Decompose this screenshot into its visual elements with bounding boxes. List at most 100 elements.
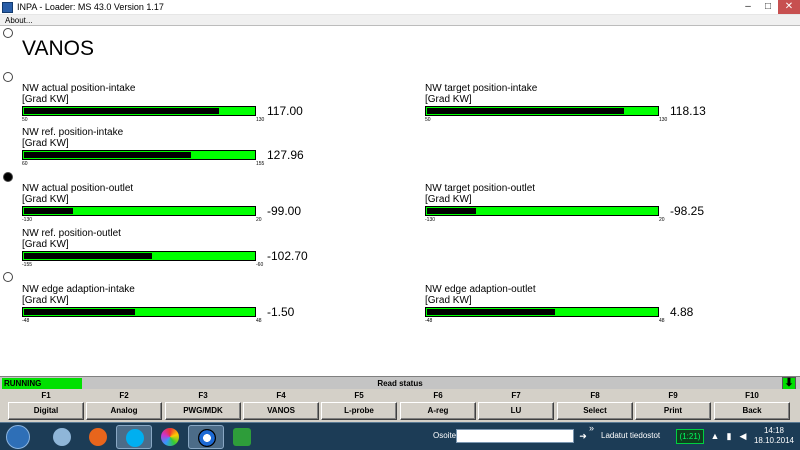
inpa-window: INPA - Loader: MS 43.0 Version 1.17 – □ … [0, 0, 800, 450]
fkey-button-vanos[interactable]: VANOS [243, 402, 319, 420]
app-globe-icon [53, 428, 71, 446]
gauge-label: NW actual position-intake [22, 83, 136, 94]
gauge-unit: [Grad KW] [22, 239, 69, 250]
gauge-max: 48 [256, 318, 262, 324]
gauge-label: NW actual position-outlet [22, 183, 134, 194]
radio-button-3[interactable] [3, 172, 13, 182]
title-bar: INPA - Loader: MS 43.0 Version 1.17 – □ … [0, 0, 800, 15]
radio-button-2[interactable] [3, 72, 13, 82]
gauge-fill [24, 309, 136, 315]
gauge-label: NW ref. position-outlet [22, 228, 121, 239]
gauge-max: 48 [659, 318, 665, 324]
gauge-min: 50 [425, 117, 431, 123]
tray-expand-icon[interactable]: ▲ [710, 431, 720, 441]
fkey-label-f3: F3 [198, 391, 208, 400]
skype-icon [126, 429, 144, 447]
fkey-button-select[interactable]: Select [557, 402, 633, 420]
gauge-bar [22, 307, 256, 317]
gauge-max: 20 [659, 217, 665, 223]
taskbar-firefox[interactable] [80, 425, 116, 449]
address-label: Osoite [433, 431, 457, 440]
fkey-button-pwg-mdk[interactable]: PWG/MDK [165, 402, 241, 420]
taskbar-picasa[interactable] [152, 425, 188, 449]
minimize-button[interactable]: – [738, 0, 758, 14]
maximize-button[interactable]: □ [758, 0, 778, 14]
downloads-toolbar[interactable]: Ladatut tiedostot [601, 431, 660, 441]
taskbar-app-6[interactable] [224, 425, 260, 449]
windows-taskbar: Osoite ➜ » Ladatut tiedostot (1:21) ▲ ▮ … [0, 422, 800, 450]
toolbar-chevron-icon[interactable]: » [589, 423, 594, 433]
taskbar-inpa[interactable] [188, 425, 224, 449]
network-icon[interactable]: ▮ [724, 431, 734, 441]
status-message: Read status [377, 379, 423, 388]
radio-button-1[interactable] [3, 28, 13, 38]
gauge-ref-position-outlet: NW ref. position-outlet [Grad KW] -155 -… [22, 228, 342, 278]
gauge-min: 50 [22, 117, 28, 123]
gauge-fill [427, 108, 625, 114]
function-key-bar: F1 Digital F2 Analog F3 PWG/MDK F4 VANOS… [0, 389, 800, 422]
gauge-max: 130 [256, 117, 265, 123]
gauge-actual-position-outlet: NW actual position-outlet [Grad KW] -130… [22, 183, 342, 233]
gauge-fill [24, 208, 73, 214]
taskbar-app-1[interactable] [44, 425, 80, 449]
gauge-fill [24, 152, 192, 158]
fkey-label-f7: F7 [511, 391, 521, 400]
gauge-min: 60 [22, 161, 28, 167]
gauge-min: -48 [425, 318, 433, 324]
gauge-label: NW target position-outlet [425, 183, 536, 194]
fkey-button-back[interactable]: Back [714, 402, 790, 420]
inpa-app-icon [2, 2, 13, 13]
gauge-fill [427, 309, 555, 315]
gauge-bar [425, 106, 659, 116]
radio-button-4[interactable] [3, 272, 13, 282]
gauge-target-position-intake: NW target position-intake [Grad KW] 50 1… [425, 83, 745, 133]
close-button[interactable]: ✕ [778, 0, 800, 14]
gauge-edge-adaption-intake: NW edge adaption-intake [Grad KW] -48 48… [22, 284, 342, 334]
main-content: VANOS NW actual position-intake [Grad KW… [0, 26, 800, 376]
gauge-bar [425, 206, 659, 216]
fkey-label-f5: F5 [354, 391, 364, 400]
fkey-label-f4: F4 [276, 391, 286, 400]
gauge-fill [427, 208, 476, 214]
gauge-label: NW edge adaption-intake [22, 284, 135, 295]
gauge-unit: [Grad KW] [22, 295, 69, 306]
gauge-ref-position-intake: NW ref. position-intake [Grad KW] 60 155… [22, 127, 342, 177]
gauge-label: NW target position-intake [425, 83, 538, 94]
gauge-max: 20 [256, 217, 262, 223]
gauge-edge-adaption-outlet: NW edge adaption-outlet [Grad KW] -48 48… [425, 284, 745, 334]
fkey-button-analog[interactable]: Analog [86, 402, 162, 420]
gauge-bar [22, 251, 256, 261]
fkey-label-f8: F8 [590, 391, 600, 400]
window-title: INPA - Loader: MS 43.0 Version 1.17 [17, 2, 164, 12]
gauge-target-position-outlet: NW target position-outlet [Grad KW] -130… [425, 183, 745, 233]
clock-date[interactable]: 18.10.2014 [752, 436, 796, 446]
menu-about[interactable]: About... [5, 15, 33, 26]
fkey-button-a-reg[interactable]: A-reg [400, 402, 476, 420]
gauge-label: NW edge adaption-outlet [425, 284, 536, 295]
clock-time[interactable]: 14:18 [752, 426, 796, 436]
go-arrow-icon[interactable]: ➜ [577, 430, 589, 442]
fkey-button-l-probe[interactable]: L-probe [321, 402, 397, 420]
gauge-value: 118.13 [670, 104, 706, 118]
address-input[interactable] [456, 429, 574, 443]
gauge-bar [425, 307, 659, 317]
status-running-indicator: RUNNING [2, 378, 82, 389]
volume-icon[interactable]: ◀ [738, 431, 748, 441]
gauge-min: -155 [22, 262, 33, 268]
taskbar-skype[interactable] [116, 425, 152, 449]
fkey-label-f1: F1 [41, 391, 51, 400]
gauge-fill [24, 108, 219, 114]
gauge-value: 4.88 [670, 305, 694, 319]
gauge-value: -1.50 [267, 305, 295, 319]
gauge-unit: [Grad KW] [22, 138, 69, 149]
battery-indicator[interactable]: (1:21) [676, 429, 704, 444]
gauge-value: -102.70 [267, 249, 308, 263]
fkey-button-lu[interactable]: LU [478, 402, 554, 420]
fkey-button-print[interactable]: Print [635, 402, 711, 420]
gauge-max: 155 [256, 161, 265, 167]
gauge-value: 117.00 [267, 104, 303, 118]
picasa-icon [161, 428, 179, 446]
status-bar: RUNNING Read status ⬇ [0, 376, 800, 390]
fkey-button-digital[interactable]: Digital [8, 402, 84, 420]
start-button[interactable] [6, 425, 30, 449]
